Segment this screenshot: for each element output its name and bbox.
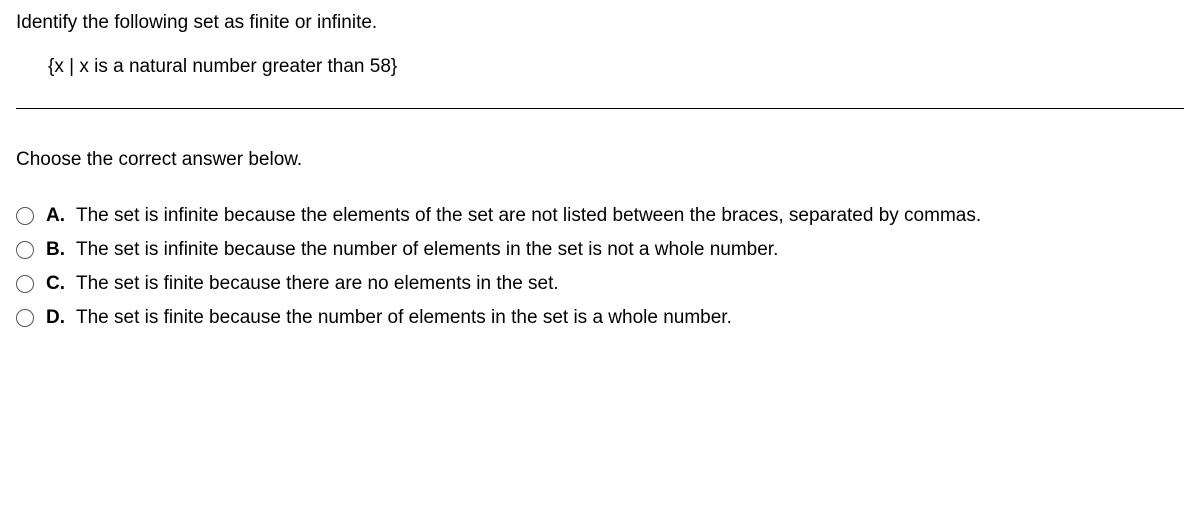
option-b: B. The set is infinite because the numbe… — [16, 239, 1184, 261]
option-letter: C. — [46, 273, 70, 295]
option-letter: B. — [46, 239, 70, 261]
option-text: The set is infinite because the elements… — [76, 205, 981, 227]
option-letter: A. — [46, 205, 70, 227]
question-prompt: Identify the following set as finite or … — [16, 12, 1184, 34]
option-b-label[interactable]: B. The set is infinite because the numbe… — [46, 239, 778, 261]
option-c-label[interactable]: C. The set is finite because there are n… — [46, 273, 559, 295]
question-block: Identify the following set as finite or … — [16, 12, 1184, 78]
option-c: C. The set is finite because there are n… — [16, 273, 1184, 295]
section-divider — [16, 108, 1184, 109]
option-a-label[interactable]: A. The set is infinite because the eleme… — [46, 205, 981, 227]
answer-instruction: Choose the correct answer below. — [16, 149, 1184, 171]
radio-option-c[interactable] — [16, 275, 34, 293]
option-d: D. The set is finite because the number … — [16, 307, 1184, 329]
option-text: The set is finite because there are no e… — [76, 273, 559, 295]
option-text: The set is infinite because the number o… — [76, 239, 778, 261]
option-d-label[interactable]: D. The set is finite because the number … — [46, 307, 732, 329]
option-text: The set is finite because the number of … — [76, 307, 732, 329]
radio-option-d[interactable] — [16, 309, 34, 327]
radio-option-b[interactable] — [16, 241, 34, 259]
radio-option-a[interactable] — [16, 207, 34, 225]
option-letter: D. — [46, 307, 70, 329]
option-a: A. The set is infinite because the eleme… — [16, 205, 1184, 227]
set-definition: {x | x is a natural number greater than … — [16, 56, 1184, 78]
options-list: A. The set is infinite because the eleme… — [16, 205, 1184, 329]
